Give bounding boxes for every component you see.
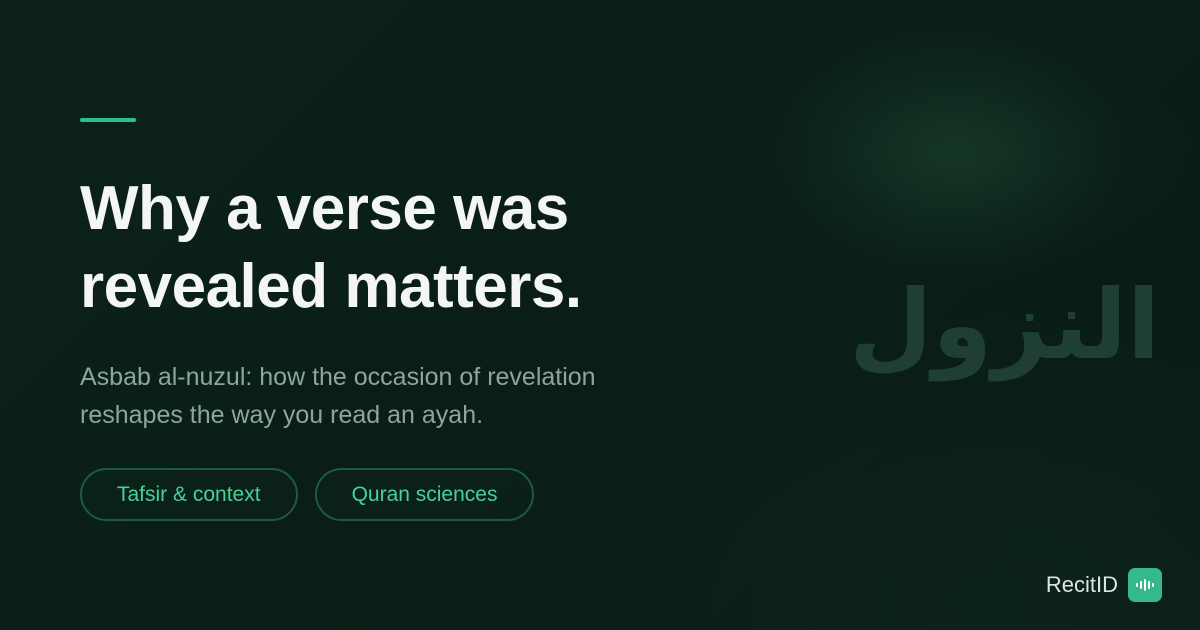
headline: Why a verse was revealed matters. — [80, 170, 720, 326]
tag-list: Tafsir & context Quran sciences — [80, 468, 535, 521]
soundwave-icon — [1136, 579, 1154, 591]
subtitle-line-1: Asbab al-nuzul: how the occasion of reve… — [80, 363, 596, 391]
brand-name: RecitID — [1045, 572, 1118, 597]
background-glow — [735, 40, 1195, 270]
subtitle-line-2: reshapes the way you read an ayah. — [80, 401, 484, 429]
accent-line — [80, 118, 136, 122]
tag-tafsir-context[interactable]: Tafsir & context — [80, 468, 298, 521]
brand: RecitID — [1046, 568, 1162, 602]
headline-line-1: Why a verse was — [80, 174, 569, 243]
subtitle: Asbab al-nuzul: how the occasion of reve… — [80, 358, 680, 434]
brand-logo — [1128, 568, 1162, 602]
background-arabic-text: النزول — [849, 269, 1160, 381]
tag-quran-sciences[interactable]: Quran sciences — [314, 468, 535, 521]
headline-line-2: revealed matters. — [80, 252, 582, 321]
